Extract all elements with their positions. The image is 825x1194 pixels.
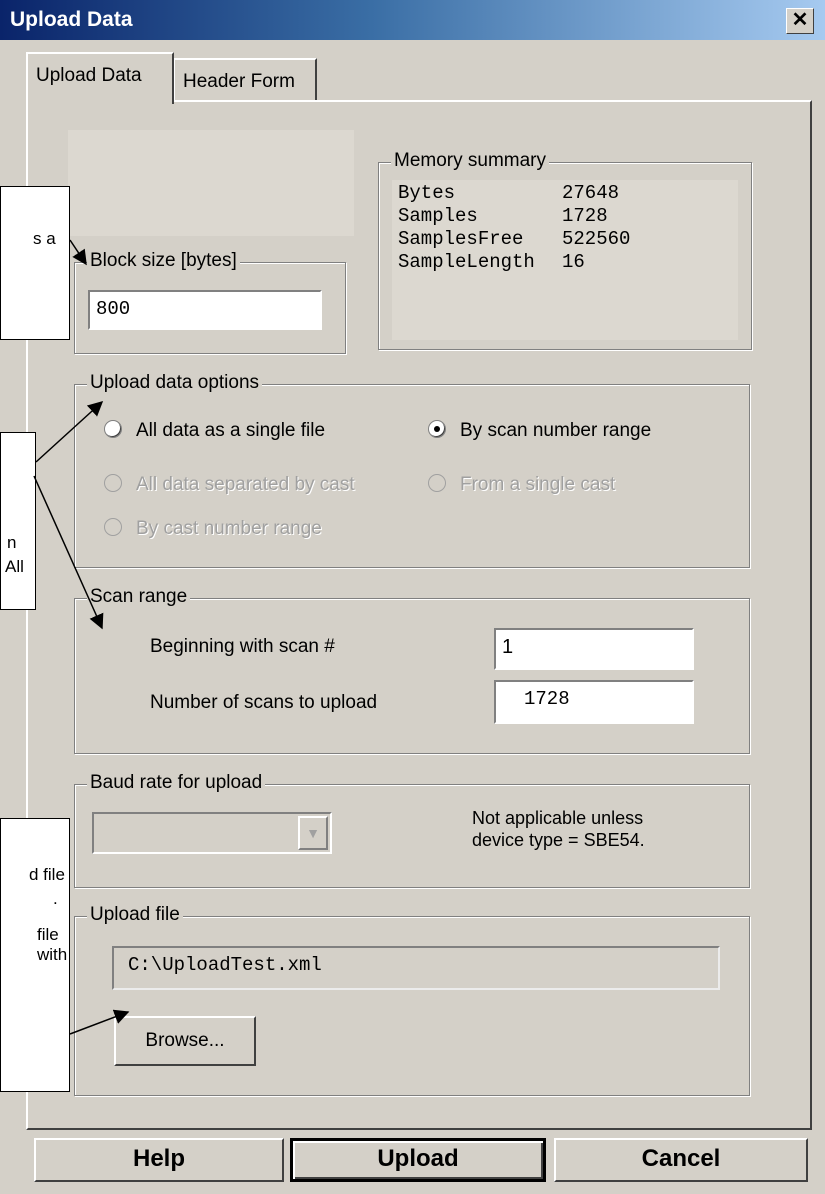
radio-separated-by-cast[interactable]: All data separated by cast	[104, 474, 355, 496]
callout-text: All	[5, 557, 24, 576]
memory-summary-legend: Memory summary	[391, 150, 550, 172]
scan-range-legend: Scan range	[87, 586, 191, 608]
callout-text: s a	[33, 229, 56, 248]
memory-key: SamplesFree	[398, 228, 524, 250]
memory-row-bytes: Bytes 27648	[398, 182, 619, 205]
radio-circle-icon	[104, 474, 122, 492]
upload-file-legend: Upload file	[87, 904, 183, 926]
memory-value: 522560	[562, 228, 631, 250]
tab-label: Header Form	[183, 71, 295, 92]
upload-button[interactable]: Upload	[290, 1138, 546, 1182]
radio-label: From a single cast	[460, 474, 616, 495]
upload-options-legend: Upload data options	[87, 372, 263, 394]
memory-row-samples: Samples 1728	[398, 205, 608, 228]
memory-row-samples-free: SamplesFree 522560	[398, 228, 630, 251]
memory-summary-list: Bytes 27648 Samples 1728 SamplesFree 522560…	[392, 180, 738, 340]
memory-value: 27648	[562, 182, 620, 204]
radio-label: By cast number range	[136, 518, 322, 539]
help-button[interactable]: Help	[34, 1138, 284, 1182]
baud-note-line2: device type = SBE54.	[472, 830, 645, 850]
radio-all-single-file[interactable]: All data as a single file	[104, 420, 325, 442]
memory-value: 16	[562, 251, 585, 273]
radio-circle-icon	[428, 474, 446, 492]
upload-file-path[interactable]: C:\UploadTest.xml	[112, 946, 720, 990]
radio-selected-icon	[428, 420, 446, 438]
upload-file-group: Upload file	[74, 904, 750, 1096]
callout-block-size: s a	[0, 186, 70, 340]
memory-row-sample-length: SampleLength 16	[398, 251, 585, 274]
radio-label: By scan number range	[460, 420, 652, 441]
browse-button[interactable]: Browse...	[114, 1016, 256, 1066]
radio-by-cast-range[interactable]: By cast number range	[104, 518, 322, 540]
chevron-down-icon[interactable]: ▼	[298, 816, 328, 850]
baud-rate-legend: Baud rate for upload	[87, 772, 266, 794]
scan-count-label: Number of scans to upload	[150, 692, 378, 713]
block-size-input[interactable]: 800	[88, 290, 322, 330]
radio-label: All data as a single file	[136, 420, 326, 441]
baud-note-line1: Not applicable unless	[472, 808, 644, 828]
tab-label: Upload Data	[36, 65, 142, 86]
tab-header-form[interactable]: Header Form	[173, 58, 317, 102]
callout-text: with	[37, 945, 68, 964]
callout-upload-file: d file . file with	[0, 818, 70, 1092]
begin-scan-input[interactable]: 1	[494, 628, 694, 670]
callout-text: d file	[29, 865, 65, 884]
baud-rate-select[interactable]: ▼	[92, 812, 332, 854]
memory-key: SampleLength	[398, 251, 535, 273]
radio-single-cast[interactable]: From a single cast	[428, 474, 615, 496]
close-icon: ✕	[791, 9, 809, 31]
window-title: Upload Data	[10, 8, 133, 31]
radio-label: All data separated by cast	[136, 474, 355, 495]
logo-area	[68, 130, 354, 236]
radio-circle-icon	[104, 420, 122, 438]
tab-upload-data[interactable]: Upload Data	[26, 52, 174, 104]
callout-text: file	[37, 925, 59, 944]
upload-data-dialog: Upload Data ✕ Upload Data Header Form Bl…	[0, 0, 825, 1194]
callout-text: n	[7, 533, 17, 552]
memory-key: Bytes	[398, 182, 456, 204]
begin-scan-label: Beginning with scan #	[150, 636, 335, 657]
scan-range-group: Scan range	[74, 586, 750, 754]
scan-count-input[interactable]: 1728	[494, 680, 694, 724]
radio-by-scan-range[interactable]: By scan number range	[428, 420, 651, 442]
callout-text: .	[53, 889, 58, 908]
cancel-button[interactable]: Cancel	[554, 1138, 808, 1182]
close-button[interactable]: ✕	[786, 8, 814, 34]
radio-circle-icon	[104, 518, 122, 536]
title-bar[interactable]: Upload Data ✕	[0, 0, 825, 40]
block-size-legend: Block size [bytes]	[87, 250, 240, 272]
memory-key: Samples	[398, 205, 478, 227]
memory-value: 1728	[562, 205, 608, 227]
callout-upload-options: n All	[0, 432, 36, 610]
